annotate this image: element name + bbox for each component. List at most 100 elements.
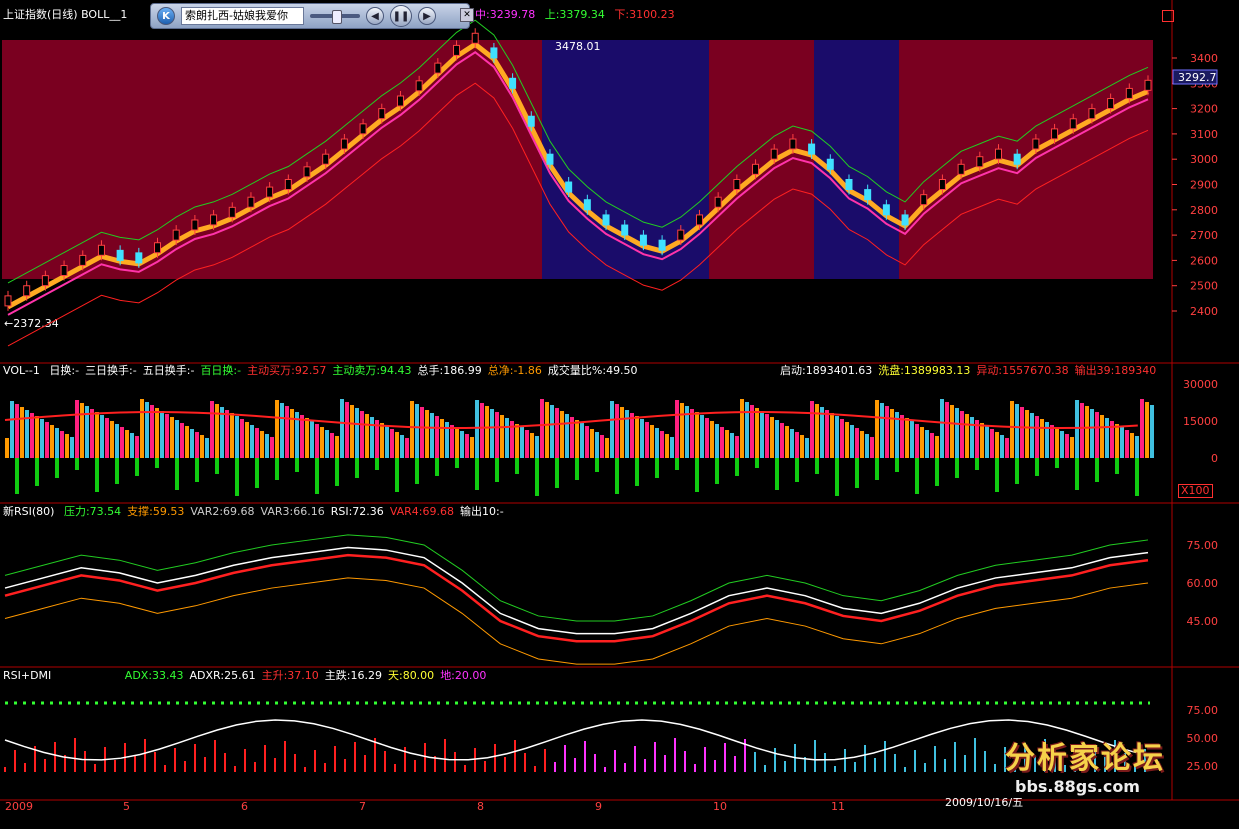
rsi-axis-label-0: 75.00 xyxy=(1187,539,1219,552)
vol-bar-152 xyxy=(765,414,769,458)
main-bg-blue-1 xyxy=(542,40,709,279)
vol-item-3: 百日换:- xyxy=(200,364,242,377)
vol-bar-33 xyxy=(170,417,174,458)
vol-item-0: 日换:- xyxy=(49,364,80,377)
var4-line xyxy=(4,553,1149,643)
volume-slider-thumb[interactable] xyxy=(332,10,342,24)
candle-body-18 xyxy=(340,138,348,150)
vol-neg-bar-74 xyxy=(375,458,379,470)
vol-bar-107 xyxy=(540,399,544,458)
candle-body-9 xyxy=(172,229,180,241)
vol-bar-112 xyxy=(565,414,569,458)
vol-bar-165 xyxy=(830,413,834,458)
candle-body-61 xyxy=(1144,79,1152,91)
vol-bar-105 xyxy=(530,433,534,458)
vol-bar-227 xyxy=(1140,399,1144,458)
vol-bar-63 xyxy=(320,427,324,458)
vol-bar-173 xyxy=(870,437,874,458)
vol-bar-32 xyxy=(165,414,169,458)
media-player[interactable]: K 索朗扎西-姑娘我爱你 ◀ ❚❚ ▶ xyxy=(150,3,470,29)
vol-neg-bar-38 xyxy=(195,458,199,482)
vol-bar-114 xyxy=(575,420,579,458)
vol-right-item-2: 异动:1557670.38 xyxy=(976,364,1069,377)
vol-bar-85 xyxy=(430,413,434,458)
candle-body-1 xyxy=(23,285,31,297)
date-axis-label-4: 8 xyxy=(477,800,484,813)
player-close-icon[interactable]: ✕ xyxy=(460,8,474,22)
vol-bar-211 xyxy=(1060,431,1064,458)
vol-bar-110 xyxy=(555,408,559,458)
candle-body-25 xyxy=(471,32,479,44)
vol-neg-bar-146 xyxy=(735,458,739,476)
vol-neg-bar-26 xyxy=(135,458,139,476)
window-restore-icon[interactable] xyxy=(1162,10,1174,22)
stock-chart-canvas[interactable]: 3400330032003100300029002800270026002500… xyxy=(0,0,1239,829)
vol-neg-bar-22 xyxy=(115,458,119,484)
next-track-icon[interactable]: ▶ xyxy=(418,7,436,25)
candle-body-38 xyxy=(714,196,722,208)
vol-bar-93 xyxy=(470,437,474,458)
candle-body-43 xyxy=(808,143,816,155)
vol-bar-169 xyxy=(850,425,854,458)
rsi-header: 新RSI(80) 压力:73.54 支撑:59.53 VAR2:69.68 VAR3:… xyxy=(3,505,516,519)
vol-neg-bar-54 xyxy=(275,458,279,480)
pause-icon[interactable]: ❚❚ xyxy=(390,5,412,27)
vol-right-item-3: 输出39:189340 xyxy=(1074,364,1157,377)
vol-bar-27 xyxy=(140,399,144,458)
vol-bar-176 xyxy=(885,406,889,458)
vol-bar-71 xyxy=(360,411,364,458)
main-bg-blue-2 xyxy=(814,40,899,279)
vol-bar-47 xyxy=(240,419,244,458)
vol-right-item-1: 洗盘:1389983.13 xyxy=(878,364,971,377)
player-logo-icon[interactable]: K xyxy=(157,7,175,25)
vol-bar-131 xyxy=(660,431,664,458)
main-axis-label-10: 2400 xyxy=(1190,305,1218,318)
candle-body-22 xyxy=(415,80,423,92)
vol-right-items: 启动:1893401.63 洗盘:1389983.13 异动:1557670.38 输… xyxy=(780,364,1162,378)
vol-bar-38 xyxy=(195,432,199,458)
vol-neg-bar-110 xyxy=(555,458,559,488)
volume-slider[interactable] xyxy=(310,10,360,24)
vol-bar-209 xyxy=(1050,425,1054,458)
vol-bar-102 xyxy=(515,424,519,458)
vol-bar-126 xyxy=(635,416,639,458)
candle-body-55 xyxy=(1032,138,1040,150)
vol-bar-228 xyxy=(1145,402,1149,458)
vol-bar-91 xyxy=(460,431,464,458)
vol-bar-83 xyxy=(420,407,424,458)
main-title-row: 上证指数(日线) BOLL__1 xyxy=(3,8,133,22)
vol-bar-42 xyxy=(215,404,219,458)
vol-bar-20 xyxy=(105,418,109,458)
vol-bar-53 xyxy=(270,437,274,458)
prev-track-icon[interactable]: ◀ xyxy=(366,7,384,25)
vol-bar-48 xyxy=(245,422,249,458)
dmi-item-2: 主升:37.10 xyxy=(261,669,319,682)
vol-bar-175 xyxy=(880,403,884,458)
vol-bar-92 xyxy=(465,434,469,458)
candle-body-35 xyxy=(658,239,666,251)
vol-bar-168 xyxy=(845,422,849,458)
vol-bar-185 xyxy=(930,433,934,458)
vol-neg-bar-190 xyxy=(955,458,959,478)
candle-body-40 xyxy=(752,163,760,175)
vol-neg-bar-66 xyxy=(335,458,339,486)
vol-bar-70 xyxy=(355,408,359,458)
vol-bar-26 xyxy=(135,436,139,458)
vol-bar-49 xyxy=(250,425,254,458)
date-axis-label-0: 2009 xyxy=(5,800,33,813)
vol-neg-bar-82 xyxy=(415,458,419,484)
vol-items: 日换:- 三日换手:- 五日换手:- 百日换:- 主动买万:92.57 主动卖万:94.4… xyxy=(49,364,643,377)
vol-neg-bar-222 xyxy=(1115,458,1119,474)
vol-bar-45 xyxy=(230,413,234,458)
candle-body-6 xyxy=(116,249,124,261)
candle-body-8 xyxy=(154,242,162,254)
vol-bar-106 xyxy=(535,436,539,458)
vol-bar-39 xyxy=(200,435,204,458)
candle-body-51 xyxy=(957,163,965,175)
vol-bar-201 xyxy=(1010,401,1014,458)
vol-bar-220 xyxy=(1105,418,1109,458)
candle-body-46 xyxy=(864,189,872,201)
vol-neg-bar-34 xyxy=(175,458,179,490)
vol-bar-7 xyxy=(40,419,44,458)
vol-bar-130 xyxy=(655,428,659,458)
